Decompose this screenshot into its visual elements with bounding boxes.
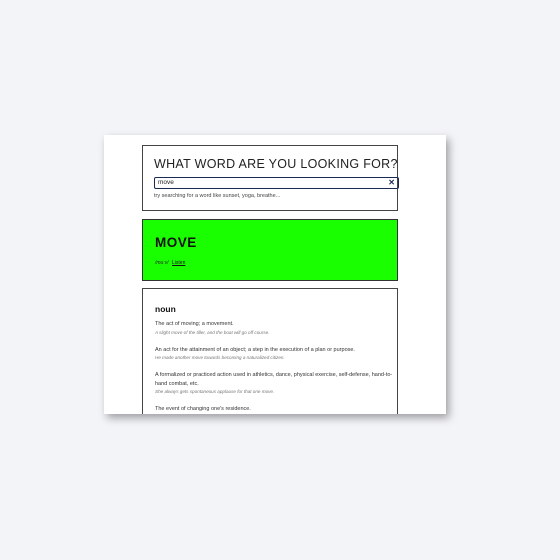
definition-item: The act of moving; a movement. A slight … <box>155 320 395 336</box>
definition-text: The act of moving; a movement. <box>155 321 234 327</box>
search-box[interactable]: ✕ <box>154 177 399 189</box>
definition-text: An act for the attainment of an object; … <box>155 346 355 353</box>
part-of-speech: noun <box>155 304 176 314</box>
phonetic-row: /muːv/ Listen <box>155 260 185 266</box>
definitions-card: noun The act of moving; a movement. A sl… <box>142 288 398 414</box>
definition-text: A formalized or practiced action used in… <box>155 372 393 387</box>
headword: MOVE <box>155 235 197 250</box>
definition-example: He made another move towards becoming a … <box>155 355 285 360</box>
definition-example: A slight move of the tiller, and the boa… <box>155 329 270 335</box>
search-title: WHAT WORD ARE YOU LOOKING FOR? <box>154 157 398 171</box>
app-window: WHAT WORD ARE YOU LOOKING FOR? ✕ try sea… <box>104 135 446 414</box>
definition-example: She always gets spontaneous applause for… <box>155 389 275 394</box>
definitions-list: The act of moving; a movement. A slight … <box>155 320 395 414</box>
search-input[interactable] <box>158 178 378 188</box>
phonetic: /muːv/ <box>155 260 169 266</box>
search-hint: try searching for a word like sunset, yo… <box>154 193 281 199</box>
word-card: MOVE /muːv/ Listen <box>142 219 398 281</box>
definition-item: An act for the attainment of an object; … <box>155 346 395 362</box>
listen-link[interactable]: Listen <box>172 260 185 266</box>
definition-text: The event of changing one's residence. <box>155 406 251 412</box>
clear-search-button[interactable]: ✕ <box>388 177 395 189</box>
search-card: WHAT WORD ARE YOU LOOKING FOR? ✕ try sea… <box>142 145 399 211</box>
definition-item: A formalized or practiced action used in… <box>155 371 395 395</box>
definition-item: The event of changing one's residence. <box>155 405 395 414</box>
